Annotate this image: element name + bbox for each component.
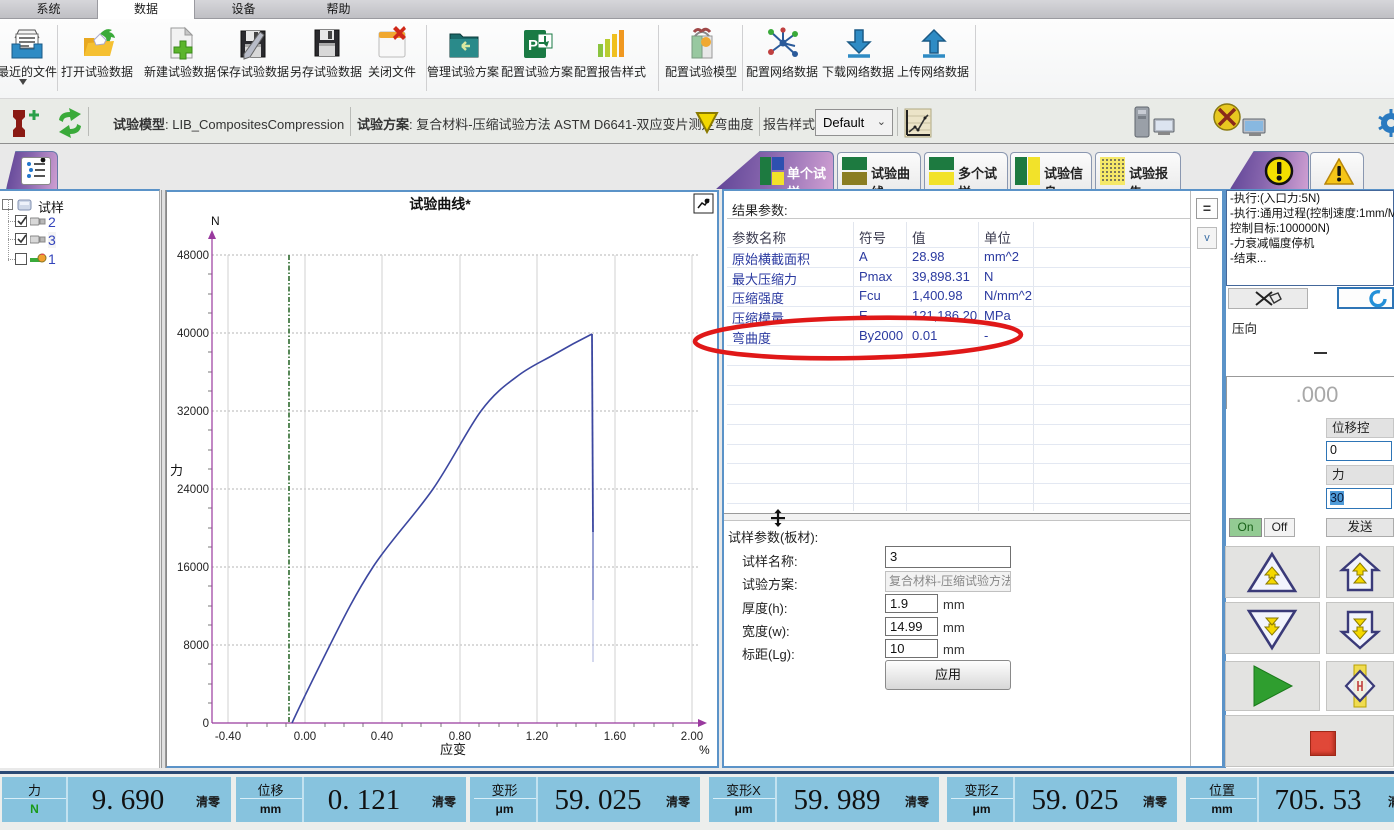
svg-text:0: 0 xyxy=(203,718,209,730)
svg-text:应变: 应变 xyxy=(440,742,466,757)
svg-text:力: 力 xyxy=(170,463,183,478)
svg-text:1.20: 1.20 xyxy=(526,731,548,743)
svg-text:32000: 32000 xyxy=(177,406,209,418)
svg-text:-0.40: -0.40 xyxy=(215,731,241,743)
svg-text:0.00: 0.00 xyxy=(294,731,316,743)
svg-text:8000: 8000 xyxy=(183,640,209,652)
svg-text:试验曲线*: 试验曲线* xyxy=(409,196,471,212)
svg-text:1.60: 1.60 xyxy=(604,731,626,743)
svg-text:40000: 40000 xyxy=(177,328,209,340)
svg-text:48000: 48000 xyxy=(177,250,209,262)
svg-text:16000: 16000 xyxy=(177,562,209,574)
svg-text:N: N xyxy=(211,214,220,228)
svg-text:%: % xyxy=(699,743,710,757)
svg-text:2.00: 2.00 xyxy=(681,731,703,743)
svg-text:0.40: 0.40 xyxy=(371,731,393,743)
svg-text:P: P xyxy=(528,37,538,54)
svg-text:24000: 24000 xyxy=(177,484,209,496)
